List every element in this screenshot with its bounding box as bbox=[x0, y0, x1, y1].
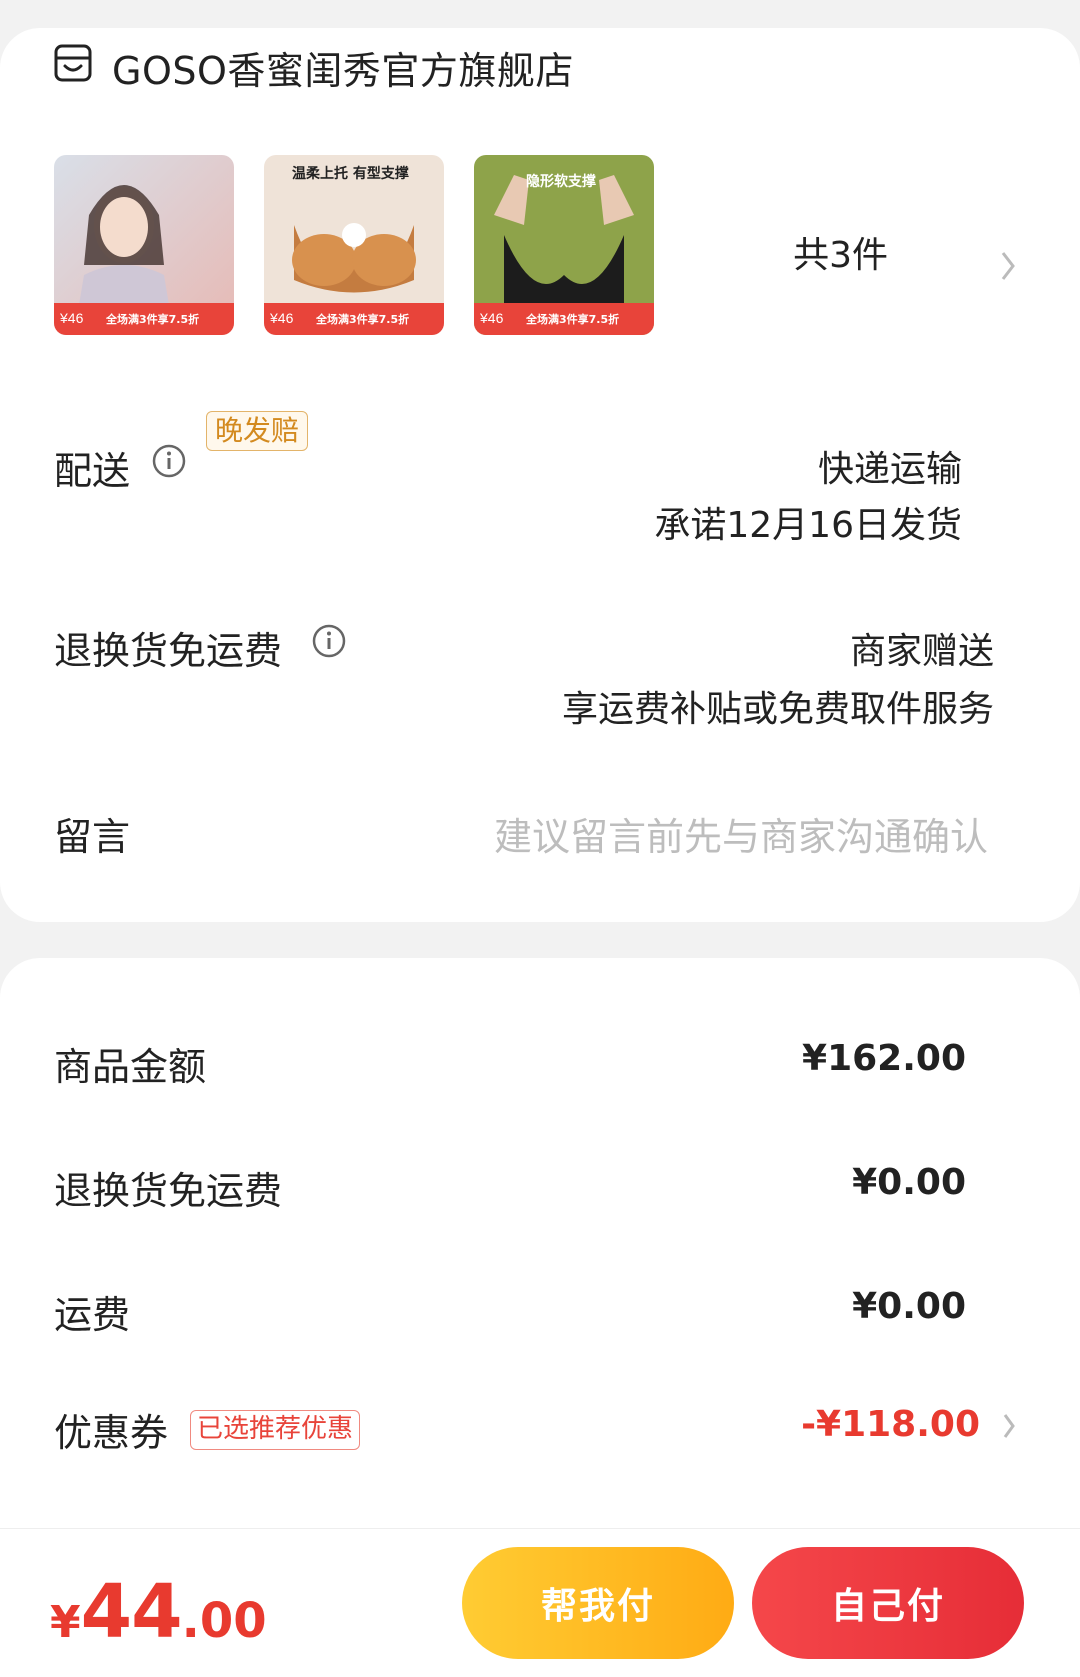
return-fee-label: 退换货免运费 bbox=[54, 1169, 283, 1213]
checkout-bar: ¥44.00 帮我付 自己付 bbox=[0, 1528, 1080, 1677]
info-icon[interactable] bbox=[312, 624, 346, 658]
return-shipping-value: 商家赠送 bbox=[849, 631, 994, 672]
delivery-method[interactable]: 快递运输 bbox=[818, 440, 962, 492]
message-label: 留言 bbox=[54, 815, 131, 859]
thumbnail-price: ¥46 bbox=[270, 310, 294, 326]
store-icon[interactable] bbox=[54, 44, 92, 82]
goods-amount-label: 商品金额 bbox=[54, 1045, 207, 1089]
return-shipping-label: 退换货免运费 bbox=[54, 629, 283, 673]
chevron-right-icon[interactable] bbox=[1002, 1412, 1016, 1444]
item-count[interactable]: 共3件 bbox=[793, 226, 888, 278]
help-me-pay-button[interactable]: 帮我付 bbox=[462, 1547, 734, 1659]
coupon-label: 优惠券 bbox=[54, 1411, 169, 1455]
delivery-promise: 承诺12月16日发货 bbox=[654, 505, 962, 546]
message-input[interactable]: 建议留言前先与商家沟通确认 bbox=[494, 806, 988, 861]
store-name[interactable]: GOSO香蜜闺秀官方旗舰店 bbox=[112, 40, 574, 95]
total-integer: 44 bbox=[80, 1569, 183, 1655]
freight-label: 运费 bbox=[54, 1293, 131, 1337]
thumbnail-promo: 全场满3件享7.5折 bbox=[526, 313, 620, 326]
coupon-recommended-badge: 已选推荐优惠 bbox=[190, 1410, 361, 1450]
total-decimal: .00 bbox=[181, 1593, 267, 1649]
product-thumbnail[interactable]: ¥46 全场满3件享7.5折 bbox=[54, 155, 234, 335]
product-thumbnail[interactable]: 温柔上托 有型支撑 ¥46 全场满3件享7.5折 bbox=[264, 155, 444, 335]
freight-value: ¥0.00 bbox=[852, 1286, 966, 1327]
thumbnail-price: ¥46 bbox=[480, 310, 504, 326]
total-price: ¥44.00 bbox=[50, 1569, 267, 1655]
total-currency: ¥ bbox=[50, 1597, 81, 1648]
thumbnail-headline: 隐形软支撑 bbox=[526, 174, 596, 190]
thumbnail-headline: 温柔上托 有型支撑 bbox=[292, 166, 409, 182]
pay-myself-button[interactable]: 自己付 bbox=[752, 1547, 1024, 1659]
late-ship-compensation-badge: 晚发赔 bbox=[206, 411, 309, 451]
return-shipping-desc: 享运费补贴或免费取件服务 bbox=[561, 689, 994, 730]
thumbnail-price: ¥46 bbox=[60, 310, 84, 326]
return-fee-value: ¥0.00 bbox=[852, 1162, 966, 1203]
thumbnail-promo: 全场满3件享7.5折 bbox=[106, 313, 200, 326]
product-thumbnail[interactable]: 隐形软支撑 ¥46 全场满3件享7.5折 bbox=[474, 155, 654, 335]
chevron-right-icon[interactable] bbox=[1000, 250, 1016, 286]
goods-amount-value: ¥162.00 bbox=[802, 1038, 966, 1079]
info-icon[interactable] bbox=[152, 444, 186, 478]
thumbnail-promo: 全场满3件享7.5折 bbox=[316, 313, 410, 326]
delivery-label: 配送 bbox=[54, 449, 131, 493]
coupon-value[interactable]: -¥118.00 bbox=[801, 1404, 980, 1445]
